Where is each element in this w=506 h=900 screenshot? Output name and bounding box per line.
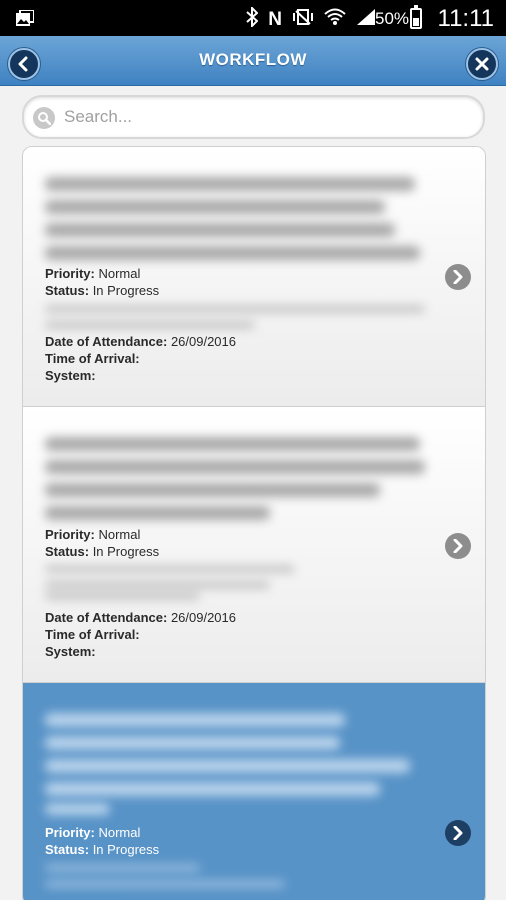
- system-field: System:: [45, 368, 96, 383]
- list-item[interactable]: Priority: Normal Status: In Progress Dat…: [23, 407, 485, 683]
- status-field: Status: In Progress: [45, 842, 160, 857]
- app-header: WORKFLOW: [0, 36, 506, 86]
- redacted-description: [45, 246, 420, 260]
- redacted-detail: [45, 592, 200, 600]
- battery-percent: 50%: [375, 9, 410, 28]
- chevron-right-icon[interactable]: [445, 533, 471, 559]
- redacted-description: [45, 460, 425, 474]
- redacted-description: [45, 177, 415, 191]
- image-icon: [16, 9, 35, 26]
- redacted-detail: [45, 305, 425, 313]
- redacted-description: [45, 736, 340, 750]
- redacted-detail: [45, 581, 270, 589]
- redacted-description: [45, 483, 380, 497]
- bluetooth-icon: [246, 5, 259, 32]
- system-field: System:: [45, 644, 96, 659]
- search-input[interactable]: [64, 103, 464, 131]
- search-bar: [22, 95, 485, 139]
- close-icon: [475, 57, 489, 71]
- redacted-description: [45, 437, 420, 451]
- wifi-icon: [324, 8, 346, 31]
- battery-icon: [410, 5, 422, 29]
- search-icon: [33, 107, 55, 129]
- chevron-right-icon[interactable]: [445, 820, 471, 846]
- clock-time: 11:11: [437, 5, 495, 32]
- workflow-list: Priority: Normal Status: In Progress Dat…: [22, 146, 486, 900]
- status-field: Status: In Progress: [45, 283, 160, 298]
- list-item[interactable]: Priority: Normal Status: In Progress Dat…: [23, 147, 485, 407]
- redacted-description: [45, 713, 345, 727]
- status-field: Status: In Progress: [45, 544, 160, 559]
- chevron-right-icon[interactable]: [445, 264, 471, 290]
- time-of-arrival-field: Time of Arrival:: [45, 627, 140, 642]
- priority-field: Priority: Normal: [45, 527, 141, 542]
- redacted-description: [45, 223, 395, 237]
- signal-icon: [356, 8, 376, 31]
- nfc-icon: N: [268, 8, 282, 30]
- redacted-description: [45, 803, 110, 815]
- status-bar: N 50% 11:11: [0, 0, 506, 36]
- redacted-description: [45, 200, 385, 214]
- date-of-attendance-field: Date of Attendance: 26/09/2016: [45, 334, 237, 349]
- redacted-description: [45, 506, 270, 520]
- redacted-description: [45, 759, 410, 773]
- redacted-description: [45, 782, 380, 796]
- date-of-attendance-field: Date of Attendance: 26/09/2016: [45, 610, 237, 625]
- redacted-detail: [45, 321, 255, 329]
- list-item-selected[interactable]: Priority: Normal Status: In Progress: [23, 683, 485, 900]
- vibrate-icon: [292, 8, 314, 31]
- page-title: WORKFLOW: [199, 50, 307, 69]
- redacted-detail: [45, 864, 200, 872]
- redacted-detail: [45, 880, 285, 888]
- priority-field: Priority: Normal: [45, 825, 141, 840]
- close-button[interactable]: [466, 48, 498, 80]
- time-of-arrival-field: Time of Arrival:: [45, 351, 140, 366]
- priority-field: Priority: Normal: [45, 266, 141, 281]
- redacted-detail: [45, 565, 295, 573]
